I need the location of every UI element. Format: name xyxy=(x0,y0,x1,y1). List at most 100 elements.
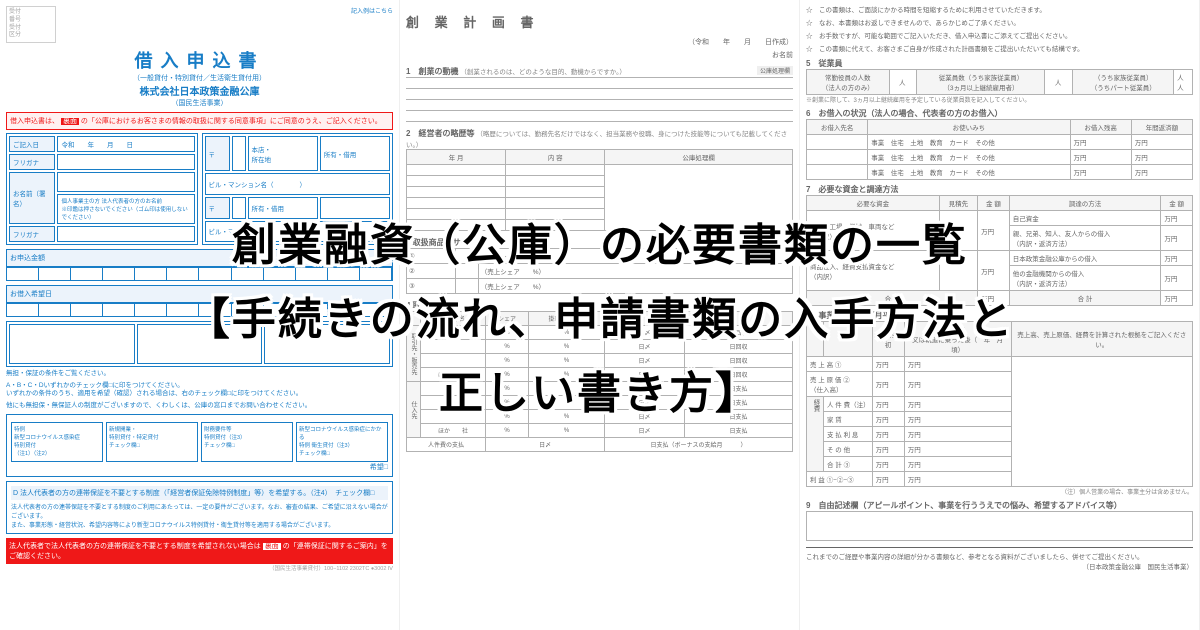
hoka1: ほか 社 xyxy=(421,424,486,438)
close0: 日〆 xyxy=(605,326,685,340)
pct7: % xyxy=(486,424,529,438)
close4: 日〆 xyxy=(605,382,685,396)
recv1: 日回収 xyxy=(684,340,792,354)
close5: 日〆 xyxy=(605,396,685,410)
s7-sum-r: 合 計 xyxy=(1009,291,1161,306)
pct6b: % xyxy=(528,410,604,424)
s8-header: 8 事業の見通し（月平均） xyxy=(806,310,1193,321)
s7-row1: 店舗、工場、機械、車両など （内訳） xyxy=(807,211,940,251)
s8y2: 万円 xyxy=(872,397,904,412)
amount-cells xyxy=(6,267,393,281)
deal-c0: 取引先名 xyxy=(421,312,486,326)
s8-r5: そ の 他 xyxy=(824,442,873,457)
side-sell: 取引先・販売先 xyxy=(407,326,421,382)
s7-lc0: 必要な資金 xyxy=(807,196,940,211)
proc-tag: 公庫処理欄 xyxy=(757,66,793,75)
s8y3b: 万円 xyxy=(904,412,1011,427)
career-table: 年 月 内 容 公庫処理欄 xyxy=(406,149,793,231)
s4-header: 4 取引関係等 xyxy=(406,300,793,311)
emp-c5: 人 人 xyxy=(1174,70,1193,95)
funds-table: 必要な資金 見積先 金 額 調達の方法 金 額 店舗、工場、機械、車両など （内… xyxy=(806,195,1193,306)
recv2: 日回収 xyxy=(684,354,792,368)
footer-org: （日本政策金融公庫 国民生活事業） xyxy=(806,561,1193,571)
company-name: 株式会社日本政策金融公庫 xyxy=(6,83,393,98)
s6-c2: お借入残高 xyxy=(1070,120,1131,135)
close-final: 日〆 xyxy=(486,438,605,452)
reception-box: 受付 番号 受付 区分 xyxy=(6,6,56,43)
recv3: 日回収 xyxy=(684,368,792,382)
pay2: 日支払 xyxy=(684,410,792,424)
s8-r6: 合 計 ③ xyxy=(824,457,873,472)
pay0: 日支払 xyxy=(684,382,792,396)
bottom-red-bar: 法人代表者で法人代表者の方の連帯保証を不要とする制度を希望されない場合は 裏面 … xyxy=(6,538,393,564)
home-office: 本店・ 所在地 xyxy=(248,136,318,171)
s8-r3: 家 賃 xyxy=(824,412,873,427)
s8y7b: 万円 xyxy=(904,472,1011,487)
bottom-red-badge: 裏面 xyxy=(263,543,281,550)
side-buy: 仕入先 xyxy=(407,382,421,438)
s7-lc1: 見積先 xyxy=(939,196,977,211)
s8y5: 万円 xyxy=(872,442,904,457)
emp-c1: 人 xyxy=(889,70,917,95)
s6-y1: 万円 xyxy=(1070,150,1131,165)
pct1b: % xyxy=(528,340,604,354)
bottom-red-pre: 法人代表者で法人代表者の方の連帯保証を不要とする制度を希望されない場合は xyxy=(9,543,261,550)
s8y4b: 万円 xyxy=(904,427,1011,442)
s6-use2: 事業 住宅 土地 教育 カード その他 xyxy=(868,165,1070,180)
close3: 日〆 xyxy=(605,368,685,382)
entry-date-value: 令和 年 月 日 xyxy=(57,136,194,152)
s8-c2: 1年後 又は軌道に乗った後（ 年 月頃） xyxy=(904,322,1011,357)
s1-lines xyxy=(406,77,793,122)
company-sub: （国民生活事業） xyxy=(6,98,393,108)
employees-table: 常勤役員の人数 （法人の方のみ） 人 従業員数（うち家族従業員） （3ヵ月以上継… xyxy=(806,69,1193,95)
emp-c2: 従業員数（うち家族従業員） （3ヵ月以上継続雇用者） xyxy=(917,70,1045,95)
s7-lc2: 金 額 xyxy=(978,196,1010,211)
pct1: % xyxy=(486,340,529,354)
background-forms: 受付 番号 受付 区分 記入例はこちら 借入申込書 （一般貸付・特別貸付／生活衛… xyxy=(0,0,1200,630)
s8-r1: 売 上 原 価 ② （仕入高） xyxy=(807,372,873,397)
borrow-table: お借入先名 お使いみち お借入残高 年間返済額 事業 住宅 土地 教育 カード … xyxy=(806,119,1193,180)
deal-table: 取引先名 シェア 掛取引の割合 回収・支払の条件 取引先・販売先 %% 日〆日回… xyxy=(406,311,793,452)
deal-c3: 回収・支払の条件 xyxy=(605,312,793,326)
form-business-plan: 創 業 計 画 書 （令和 年 月 日作成） お名前 1 創業の動機 （創業され… xyxy=(400,0,800,630)
s6-use1: 事業 住宅 土地 教育 カード その他 xyxy=(868,150,1070,165)
star1: ☆ この書類は、ご面談にかかる時間を短縮するために利用させていただきます。 xyxy=(806,6,1193,15)
desired-label: お借入希望日 xyxy=(10,289,52,299)
s7-rc0: 調達の方法 xyxy=(1009,196,1161,211)
s6-y0: 万円 xyxy=(1070,135,1131,150)
pct5b: % xyxy=(528,396,604,410)
box-b: 新規開業・ 特別貸付・特定貸付 チェック欄□ xyxy=(106,422,198,462)
recv0: 日回収 xyxy=(684,326,792,340)
pct4: % xyxy=(486,382,529,396)
s3-share1: （売上シェア %） xyxy=(478,264,792,279)
hope-label: 希望□ xyxy=(11,462,388,472)
s6-y1b: 万円 xyxy=(1131,150,1192,165)
pay1: 日支払 xyxy=(684,396,792,410)
pct0: % xyxy=(486,326,529,340)
s8y7: 万円 xyxy=(872,472,904,487)
s2-header: 2 経営者の略歴等 xyxy=(406,129,474,138)
red-pre: 借入申込書は、 xyxy=(10,118,59,125)
s6-c3: 年間返済額 xyxy=(1131,120,1192,135)
s7-sy1: 万円 xyxy=(1161,291,1193,306)
s8-r7: 利 益 ①−②−③ xyxy=(807,472,873,487)
s7-r2: 親、兄弟、知人、友人からの借入 （内訳・返済方法） xyxy=(1009,226,1161,251)
d-header: D 法人代表者の方の連帯保証を不要とする制度（「経営者保証免除特例制度」等）を希… xyxy=(11,486,388,500)
emp-c0: 常勤役員の人数 （法人の方のみ） xyxy=(807,70,890,95)
postal-label-2: 〒 xyxy=(205,197,230,219)
pct2: % xyxy=(486,354,529,368)
s8y4: 万円 xyxy=(872,427,904,442)
star3: ☆ お手数ですが、可能な範囲でご記入いただき、借入申込書にご添えてご提出ください… xyxy=(806,32,1193,41)
s7-ry3: 万円 xyxy=(1161,266,1193,291)
desired-label-row: お借入希望日 xyxy=(6,285,393,303)
postal-label: 〒 xyxy=(205,136,230,171)
name-label: お名前（署名） xyxy=(9,172,55,224)
personnel-pay: 人件費の支払 xyxy=(407,438,486,452)
d-note: 法人代表者の方の連帯保証を不要とする制度のご利用にあたっては、一定の要件がござい… xyxy=(11,502,388,529)
form-plan-page2: ☆ この書類は、ご面談にかかる時間を短縮するために利用させていただきます。 ☆ … xyxy=(800,0,1200,630)
box-c: 財務要件等 特例貸付（注3） チェック欄□ xyxy=(201,422,293,462)
owned-label: 所有・借用 xyxy=(320,136,390,171)
misc-blue-table xyxy=(6,321,393,367)
red-post: の「公庫におけるお客さまの情報の取扱に関する同意事項」にご同意のうえ、ご記入くだ… xyxy=(81,118,382,125)
plan-date: （令和 年 月 日作成） xyxy=(406,37,793,47)
